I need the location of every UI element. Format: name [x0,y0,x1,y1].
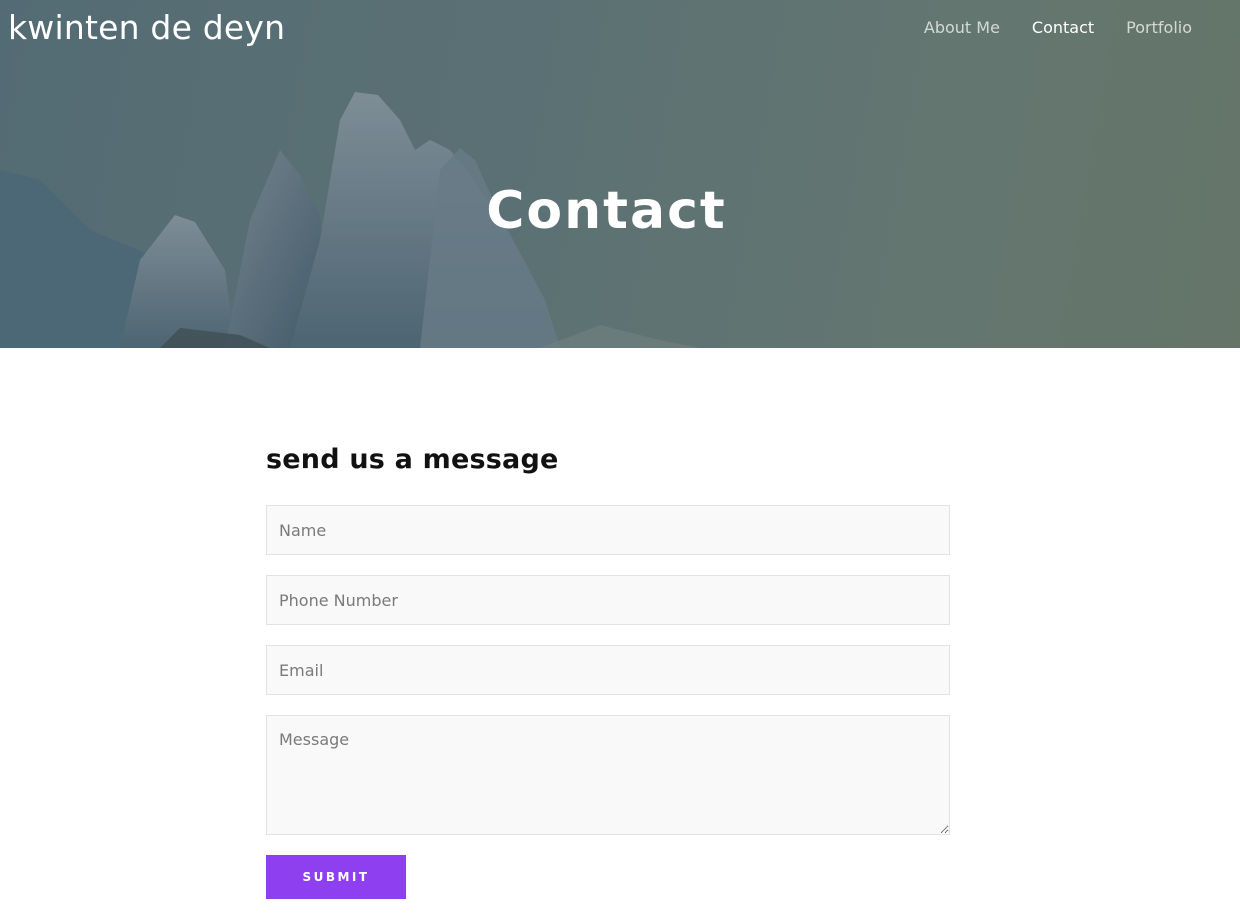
phone-number-field[interactable] [266,575,950,625]
page-title: Contact [486,181,727,241]
submit-button[interactable]: SUBMIT [266,855,406,899]
site-title-link[interactable]: kwinten de deyn [8,8,285,47]
top-navbar: kwinten de deyn About Me Contact Portfol… [0,0,1240,58]
form-heading: send us a message [266,444,559,475]
message-field[interactable] [266,715,950,835]
nav-item-contact[interactable]: Contact [1032,18,1094,37]
nav-item-about-me[interactable]: About Me [924,18,1000,37]
contact-form: SUBMIT [266,505,950,899]
nav-item-portfolio[interactable]: Portfolio [1126,18,1192,37]
hero-banner: kwinten de deyn About Me Contact Portfol… [0,0,1240,348]
nav-menu: About Me Contact Portfolio [924,18,1192,38]
name-field[interactable] [266,505,950,555]
email-field[interactable] [266,645,950,695]
contact-form-section: send us a message SUBMIT [266,444,950,899]
